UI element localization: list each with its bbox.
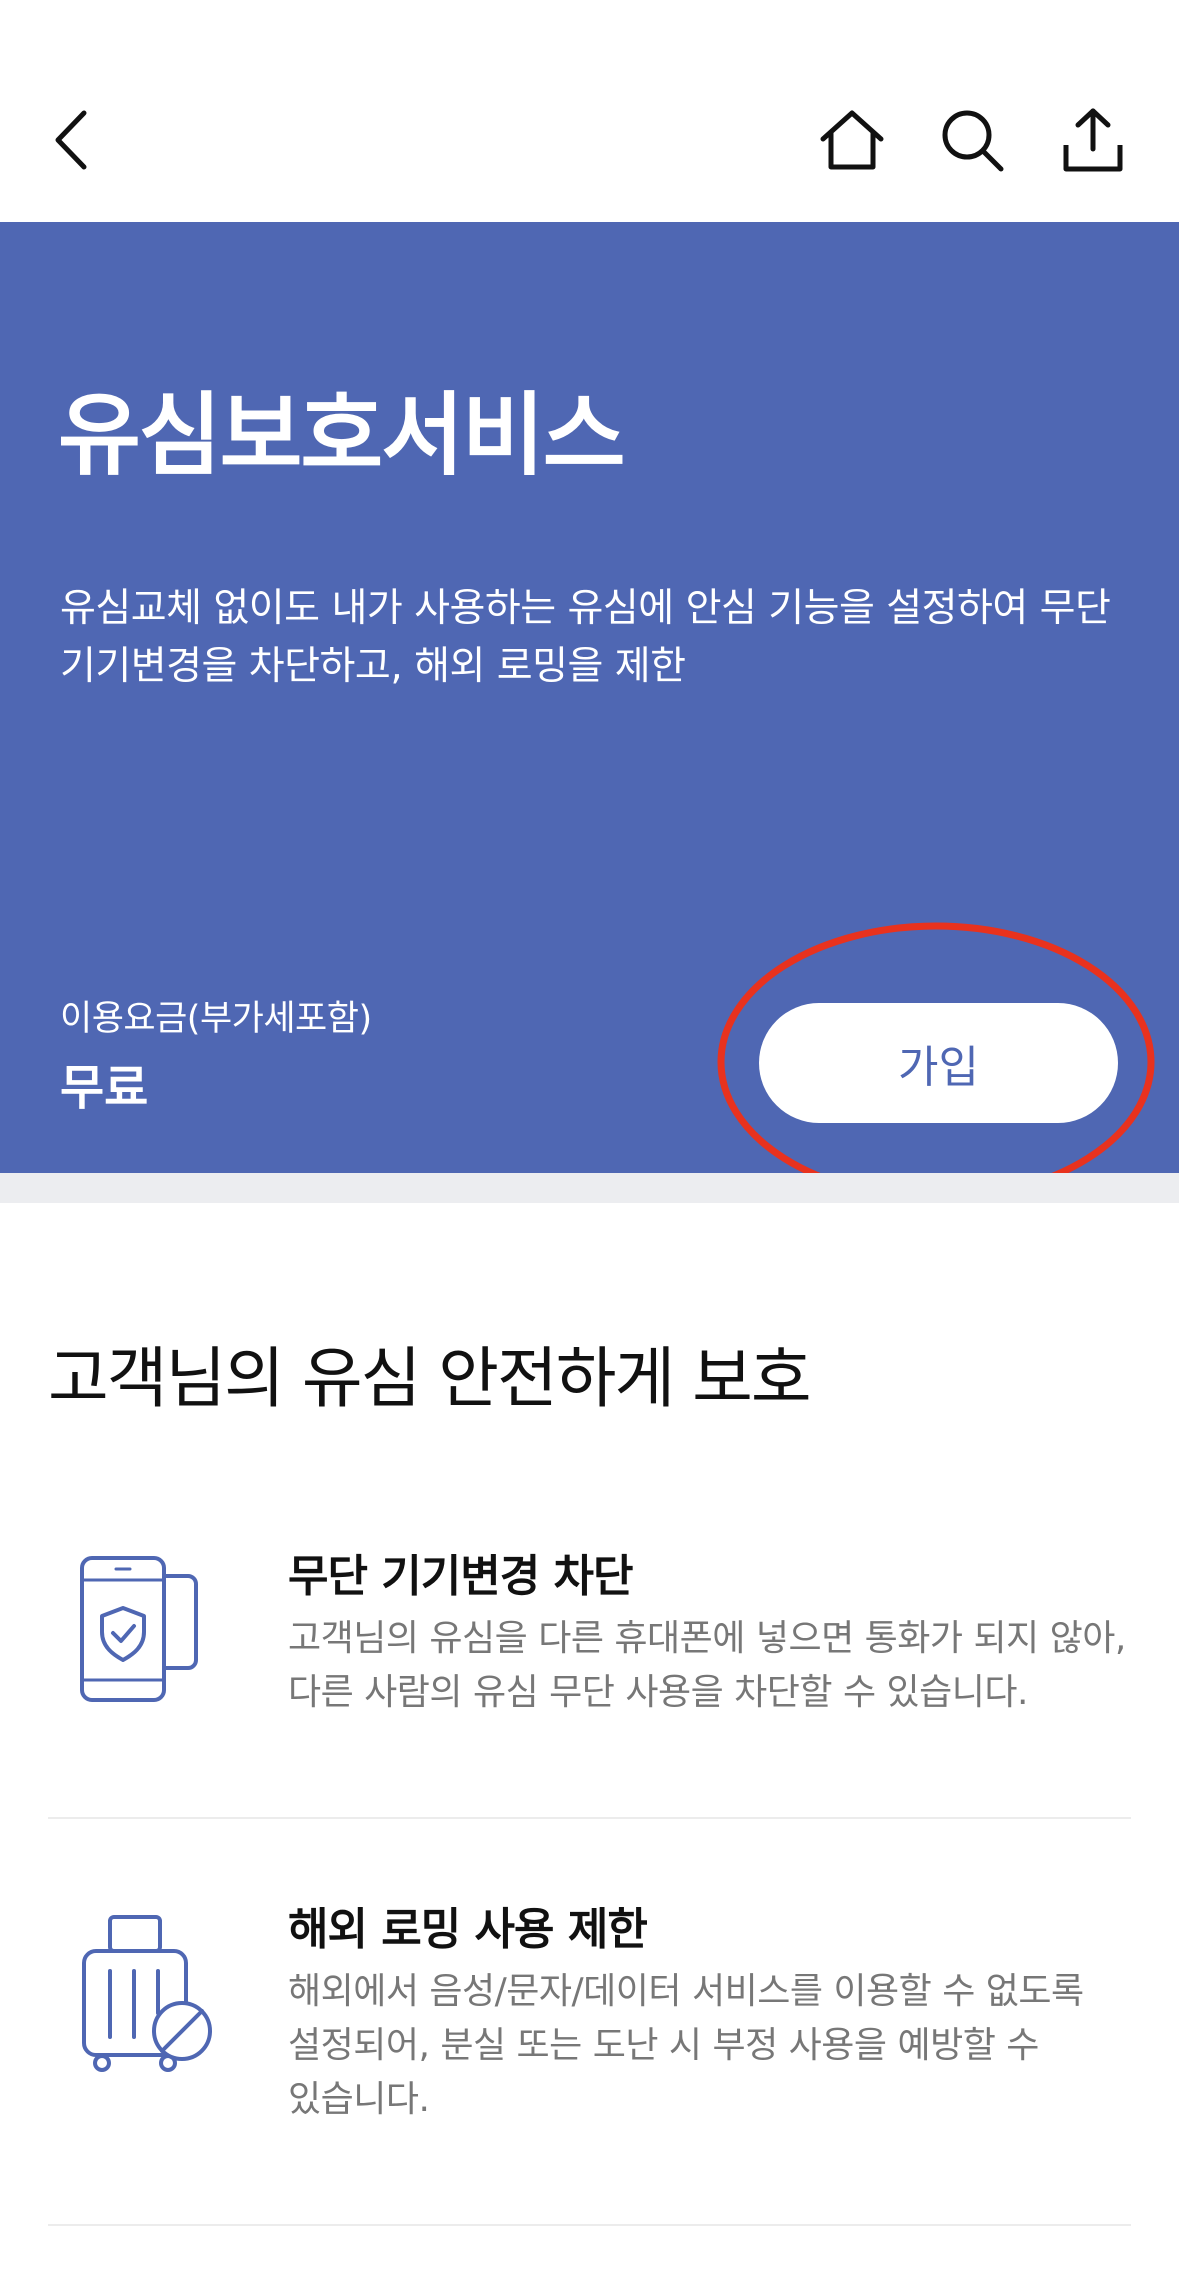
feature-title: 무단 기기변경 차단 — [288, 1551, 633, 1602]
feature-description-line: 있습니다. — [288, 2079, 430, 2120]
page-title: 유심보호서비스 — [58, 383, 626, 488]
feature-description: 해외에서 음성/문자/데이터 서비스를 이용할 수 없도록 설정되어, 분실 또… — [288, 1965, 1128, 2127]
item-divider — [48, 1817, 1131, 1819]
top-navigation-bar — [0, 0, 1179, 222]
join-button-label: 가입 — [898, 1042, 979, 1093]
join-button[interactable]: 가입 — [759, 1003, 1118, 1123]
feature-item: 해외 로밍 사용 제한 해외에서 음성/문자/데이터 서비스를 이용할 수 없도… — [48, 1893, 1131, 2153]
home-button[interactable] — [812, 100, 892, 180]
search-button[interactable] — [932, 100, 1012, 180]
share-icon — [1063, 108, 1123, 172]
chevron-left-icon — [55, 110, 87, 170]
section-divider — [0, 1173, 1179, 1203]
feature-description-line: 다른 사람의 유심 무단 사용을 차단할 수 있습니다. — [288, 1672, 1028, 1713]
feature-title: 해외 로밍 사용 제한 — [288, 1904, 648, 1955]
service-description: 유심교체 없이도 내가 사용하는 유심에 안심 기능을 설정하여 무단 기기변경… — [60, 580, 1120, 696]
description-line: 기기변경을 차단하고, 해외 로밍을 제한 — [60, 644, 686, 689]
luggage-blocked-icon — [82, 1915, 212, 2072]
feature-description-line: 설정되어, 분실 또는 도난 시 부정 사용을 예방할 수 — [288, 2025, 1039, 2066]
feature-description-line: 해외에서 음성/문자/데이터 서비스를 이용할 수 없도록 — [288, 1971, 1084, 2012]
description-line: 유심교체 없이도 내가 사용하는 유심에 안심 기능을 설정하여 무단 — [60, 586, 1111, 631]
phone-shield-icon — [80, 1556, 198, 1702]
fee-label: 이용요금(부가세포함) — [60, 999, 372, 1039]
feature-description: 고객님의 유심을 다른 휴대폰에 넣으면 통화가 되지 않아, 다른 사람의 유… — [288, 1612, 1128, 1720]
service-hero-banner: 유심보호서비스 유심교체 없이도 내가 사용하는 유심에 안심 기능을 설정하여… — [0, 222, 1179, 1173]
section-title: 고객님의 유심 안전하게 보호 — [48, 1340, 812, 1417]
fee-value: 무료 — [60, 1060, 149, 1116]
feature-item: 무단 기기변경 차단 고객님의 유심을 다른 휴대폰에 넣으면 통화가 되지 않… — [48, 1540, 1131, 1740]
feature-description-line: 고객님의 유심을 다른 휴대폰에 넣으면 통화가 되지 않아, — [288, 1618, 1126, 1659]
back-button[interactable] — [36, 100, 116, 180]
item-divider — [48, 2224, 1131, 2226]
search-icon — [942, 110, 1004, 172]
share-button[interactable] — [1053, 100, 1133, 180]
home-icon — [820, 110, 884, 170]
